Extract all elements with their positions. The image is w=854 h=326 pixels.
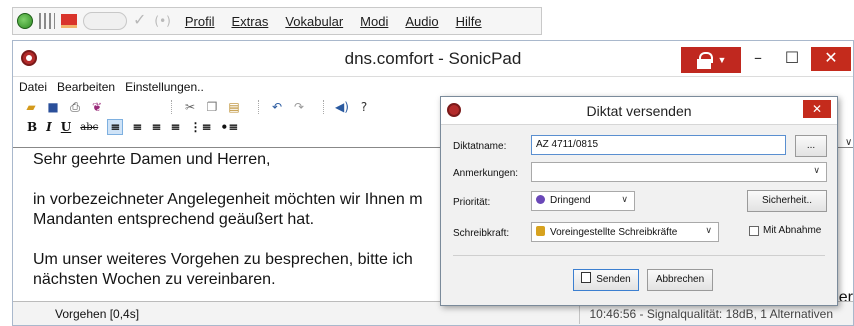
typist-select[interactable]: Voreingestellte Schreibkräfte ∨	[531, 222, 719, 242]
menu-vokabular[interactable]: Vokabular	[285, 14, 343, 29]
record-icon[interactable]	[61, 14, 77, 28]
notes-label: Anmerkungen:	[453, 168, 519, 179]
dialog-title-bar: Diktat versenden ✕	[441, 97, 837, 125]
level-meter-icon	[39, 13, 55, 29]
send-icon	[581, 272, 592, 283]
chevron-down-icon: ∨	[705, 226, 712, 236]
copy-icon[interactable]: ❐	[204, 100, 220, 114]
minimize-button[interactable]: –	[741, 47, 775, 71]
radio-wave-icon[interactable]: (•)	[154, 14, 170, 28]
send-button-label: Senden	[596, 274, 631, 285]
redo-icon[interactable]: ↷	[291, 100, 307, 114]
security-button[interactable]: Sicherheit..	[747, 190, 827, 212]
print-icon[interactable]: ⎙	[67, 100, 83, 114]
notes-combobox[interactable]: ∨	[531, 162, 827, 182]
align-left-button[interactable]: ≡	[107, 119, 124, 135]
undo-icon[interactable]: ↶	[269, 100, 285, 114]
priority-label: Priorität:	[453, 197, 491, 208]
title-bar: dns.comfort - SonicPad ▼ – ☐ ✕	[13, 41, 853, 77]
close-button[interactable]: ✕	[811, 47, 851, 71]
menu-modi[interactable]: Modi	[360, 14, 388, 29]
chevron-down-icon: ∨	[621, 195, 628, 205]
menu-einstellungen[interactable]: Einstellungen..	[125, 80, 204, 94]
lock-icon	[536, 226, 545, 236]
paste-icon[interactable]: ▤	[226, 100, 242, 114]
menu-hilfe[interactable]: Hilfe	[456, 14, 482, 29]
send-dictation-dialog: Diktat versenden ✕ Diktatname: AZ 4711/0…	[440, 96, 838, 306]
toolbar-separator	[171, 100, 172, 114]
menu-extras[interactable]: Extras	[231, 14, 268, 29]
speaker-icon[interactable]: ◀)	[334, 100, 350, 114]
open-folder-icon[interactable]: ▰	[23, 100, 39, 114]
dictation-name-label: Diktatname:	[453, 141, 507, 152]
dictation-name-input[interactable]: AZ 4711/0815	[531, 135, 786, 155]
dialog-title: Diktat versenden	[586, 103, 692, 119]
menu-audio[interactable]: Audio	[405, 14, 438, 29]
bold-button[interactable]: B	[27, 120, 37, 134]
spellcheck-icon[interactable]: ❦	[89, 100, 105, 114]
menu-datei[interactable]: Datei	[19, 80, 47, 94]
chevron-down-icon: ▼	[717, 55, 727, 65]
underline-button[interactable]: U	[61, 120, 71, 134]
menu-bearbeiten[interactable]: Bearbeiten	[57, 80, 115, 94]
maximize-button[interactable]: ☐	[775, 47, 809, 71]
typist-label: Schreibkraft:	[453, 228, 510, 239]
justify-button[interactable]: ≡	[170, 120, 180, 134]
dialog-close-button[interactable]: ✕	[803, 100, 831, 118]
save-icon[interactable]: ■	[45, 100, 61, 114]
dialog-separator	[453, 255, 825, 256]
menu-profil[interactable]: Profil	[185, 14, 215, 29]
cut-icon[interactable]: ✂	[182, 100, 198, 114]
microphone-status-icon[interactable]	[17, 13, 33, 29]
italic-button[interactable]: I	[46, 120, 52, 134]
browse-button[interactable]: ...	[795, 135, 827, 157]
approval-checkbox-label[interactable]: Mit Abnahme	[763, 225, 821, 236]
bullet-list-button[interactable]: •≡	[221, 120, 239, 134]
approval-checkbox[interactable]	[749, 226, 759, 236]
status-command: Vorgehen [0,4s]	[55, 307, 140, 321]
lock-button[interactable]: ▼	[681, 47, 741, 73]
checkmark-icon[interactable]: ✓	[133, 13, 146, 29]
status-divider	[579, 304, 580, 324]
cancel-button[interactable]: Abbrechen	[647, 269, 713, 291]
toolbar-separator	[258, 100, 259, 114]
priority-icon	[536, 195, 545, 204]
chevron-down-icon: ∨	[813, 166, 820, 176]
status-signal: 10:46:56 - Signalqualität: 18dB, 1 Alter…	[589, 307, 833, 321]
align-right-button[interactable]: ≡	[151, 120, 161, 134]
help-icon[interactable]: ?	[356, 100, 372, 114]
align-center-button[interactable]: ≡	[132, 120, 142, 134]
send-button[interactable]: Senden	[573, 269, 639, 291]
strikethrough-button[interactable]: abc	[80, 122, 98, 133]
recognition-field[interactable]	[83, 12, 127, 30]
toolbar-separator	[323, 100, 324, 114]
dictation-toolbar: ✓ (•) Profil Extras Vokabular Modi Audio…	[12, 7, 542, 35]
menu-bar: Datei Bearbeiten Einstellungen..	[13, 77, 853, 97]
numbered-list-button[interactable]: ⋮≡	[189, 120, 211, 134]
priority-select[interactable]: Dringend ∨	[531, 191, 635, 211]
priority-value: Dringend	[550, 195, 591, 206]
lock-icon	[696, 52, 713, 69]
typist-value: Voreingestellte Schreibkräfte	[550, 227, 678, 238]
